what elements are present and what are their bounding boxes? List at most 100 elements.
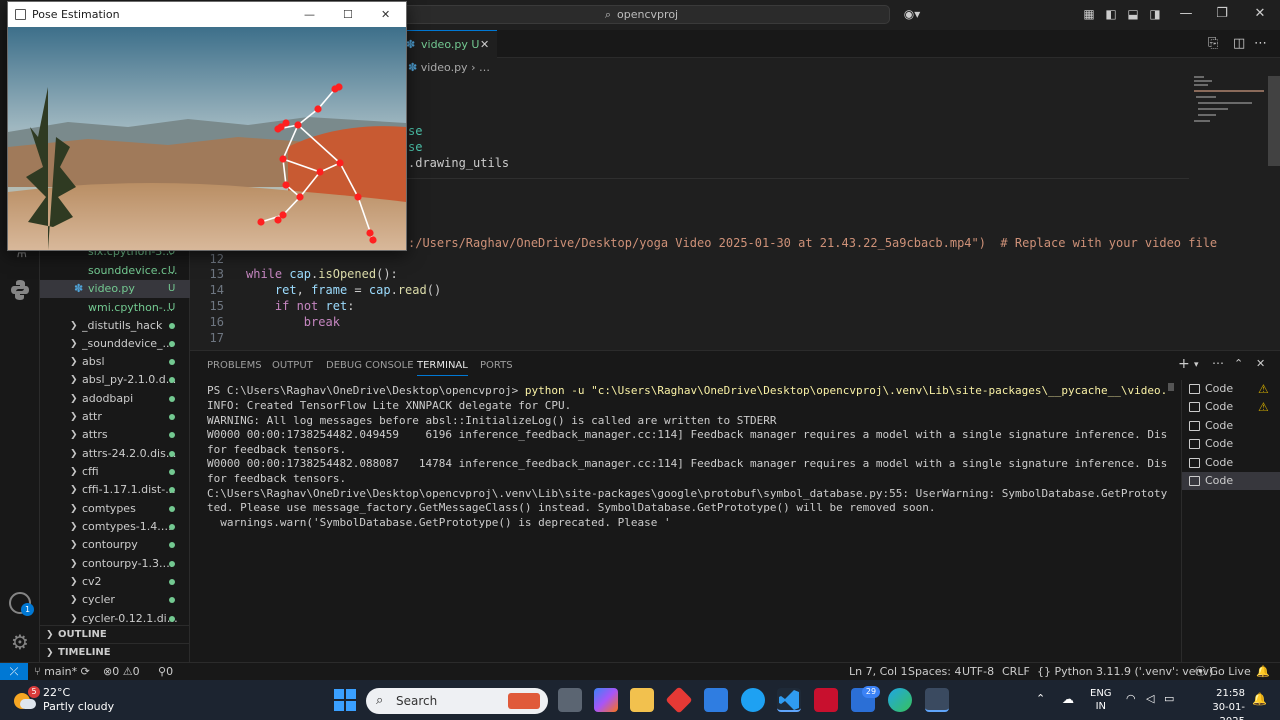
terminal-instance[interactable]: Code ⚠: [1182, 380, 1280, 398]
task-view-icon[interactable]: [558, 688, 582, 712]
tree-folder[interactable]: ❯ attr: [40, 408, 190, 426]
terminal-instance[interactable]: Code ⚠: [1182, 398, 1280, 416]
battery-icon[interactable]: ▭: [1164, 692, 1174, 705]
tree-folder[interactable]: ❯ _distutils_hack: [40, 317, 190, 335]
pose-window-title-bar[interactable]: Pose Estimation — ☐ ✕: [8, 2, 406, 27]
windows-start-icon[interactable]: [334, 689, 356, 711]
terminal-instance[interactable]: Code: [1182, 417, 1280, 435]
breadcrumb-file[interactable]: video.py: [421, 61, 468, 74]
tree-file[interactable]: wmi.cpython-... U: [40, 299, 190, 317]
tree-folder[interactable]: ❯ cffi: [40, 463, 190, 481]
weather-widget[interactable]: 5: [14, 686, 40, 711]
split-editor-icon[interactable]: ◫: [1233, 36, 1245, 51]
minimize-icon[interactable]: —: [1176, 6, 1196, 22]
tree-item-label: attr: [82, 410, 102, 423]
tree-file[interactable]: ✽ video.py U: [40, 280, 190, 298]
tree-folder[interactable]: ❯ cv2: [40, 573, 190, 591]
cursor-position[interactable]: Ln 7, Col 1: [849, 663, 908, 680]
maximize-icon[interactable]: ❐: [1212, 6, 1232, 22]
terminal-instance[interactable]: Code: [1182, 454, 1280, 472]
tree-folder[interactable]: ❯ cffi-1.17.1.dist-...: [40, 481, 190, 499]
file-explorer-icon[interactable]: [630, 688, 654, 712]
toggle-panel-icon[interactable]: ⬓: [1126, 7, 1140, 21]
breadcrumb-symbol[interactable]: …: [479, 61, 490, 74]
terminal-icon: [1189, 384, 1200, 394]
go-live-button[interactable]: ⦿ Go Live: [1195, 663, 1251, 680]
toggle-sidebar-icon[interactable]: ◧: [1104, 7, 1118, 21]
pose-close-icon[interactable]: ✕: [381, 2, 390, 27]
panel-tab-ports[interactable]: PORTS: [480, 360, 513, 372]
encoding[interactable]: UTF-8: [962, 663, 994, 680]
tree-folder[interactable]: ❯ attrs-24.2.0.dis...: [40, 445, 190, 463]
tab-label: video.py U: [421, 38, 480, 51]
mcafee-icon[interactable]: [814, 688, 838, 712]
panel-tab-debug-console[interactable]: DEBUG CONSOLE: [326, 360, 414, 372]
edge-icon[interactable]: [888, 688, 912, 712]
tree-folder[interactable]: ❯ absl: [40, 353, 190, 371]
panel-tab-output[interactable]: OUTPUT: [272, 360, 313, 372]
notifications-icon[interactable]: 🔔: [1256, 663, 1270, 680]
remote-indicator[interactable]: ⤫: [0, 663, 28, 680]
problems-indicator[interactable]: ⊗0 ⚠0: [103, 663, 140, 680]
copilot-app-icon[interactable]: [594, 688, 618, 712]
new-terminal-icon[interactable]: +: [1178, 356, 1190, 372]
pose-estimation-window[interactable]: Pose Estimation — ☐ ✕: [7, 1, 407, 251]
wifi-icon[interactable]: ◠: [1126, 692, 1136, 705]
tree-folder[interactable]: ❯ adodbapi: [40, 390, 190, 408]
indentation[interactable]: Spaces: 4: [908, 663, 961, 680]
tree-folder[interactable]: ❯ attrs: [40, 426, 190, 444]
tree-file[interactable]: sounddevice.c... U: [40, 262, 190, 280]
tray-overflow-icon[interactable]: ⌃: [1036, 692, 1045, 705]
editor-scrollbar[interactable]: [1268, 76, 1280, 166]
copilot-icon[interactable]: ◉▾: [900, 7, 924, 21]
pose-minimize-icon[interactable]: —: [304, 2, 315, 27]
tree-folder[interactable]: ❯ contourpy-1.3.0.dist-...: [40, 555, 190, 573]
volume-icon[interactable]: ◁: [1146, 692, 1154, 705]
toggle-secondary-sidebar-icon[interactable]: ◨: [1148, 7, 1162, 21]
weather-text[interactable]: 22°C Partly cloudy: [43, 686, 114, 714]
onedrive-icon[interactable]: ☁: [1062, 692, 1074, 706]
tree-folder[interactable]: ❯ comtypes-1.4.7.dist-i...: [40, 518, 190, 536]
maximize-panel-icon[interactable]: ⌃: [1234, 357, 1243, 370]
branch-indicator[interactable]: ⑂ main* ⟳: [34, 663, 90, 680]
tree-folder[interactable]: ❯ absl_py-2.1.0.d...: [40, 371, 190, 389]
vscode-taskbar-icon[interactable]: [777, 688, 801, 712]
tree-folder[interactable]: ❯ comtypes: [40, 500, 190, 518]
command-center-search[interactable]: ⌕ opencvproj: [393, 5, 890, 24]
clock[interactable]: 21:58 30-01-2025: [1190, 687, 1245, 720]
outline-section[interactable]: ❯ OUTLINE: [40, 625, 190, 643]
close-panel-icon[interactable]: ✕: [1256, 357, 1265, 370]
tab-close-icon[interactable]: ✕: [480, 31, 489, 58]
panel-more-icon[interactable]: ⋯: [1212, 356, 1224, 370]
open-changes-icon[interactable]: ⎘: [1208, 36, 1218, 51]
notification-bell-icon[interactable]: 🔔: [1252, 692, 1267, 706]
terminal-instance[interactable]: Code: [1182, 435, 1280, 453]
taskbar-search[interactable]: ⌕ Search: [366, 688, 548, 714]
tree-folder[interactable]: ❯ _sounddevice_...: [40, 335, 190, 353]
settings-gear-icon[interactable]: ⚙: [9, 631, 31, 653]
minimap[interactable]: [1190, 58, 1268, 138]
ports-indicator[interactable]: ⚲0: [158, 663, 173, 680]
timeline-section[interactable]: ❯ TIMELINE: [40, 643, 190, 661]
tree-folder[interactable]: ❯ cycler: [40, 591, 190, 609]
terminal-scrollbar[interactable]: [1168, 383, 1174, 391]
layout-icon[interactable]: ▦: [1082, 7, 1096, 21]
language-indicator[interactable]: ENG IN: [1090, 687, 1112, 713]
python-window-taskbar-icon[interactable]: [925, 688, 949, 712]
browser-icon[interactable]: [741, 688, 765, 712]
microsoft-store-icon[interactable]: [704, 688, 728, 712]
panel-tab-problems[interactable]: PROBLEMS: [207, 360, 262, 372]
line-ending[interactable]: CRLF: [1002, 663, 1030, 680]
tree-folder[interactable]: ❯ contourpy: [40, 536, 190, 554]
terminal-instance[interactable]: Code: [1182, 472, 1280, 490]
language-mode[interactable]: {} Python: [1037, 663, 1093, 680]
terminal-prompt: PS C:\Users\Raghav\OneDrive\Desktop\open…: [207, 384, 525, 397]
pose-maximize-icon[interactable]: ☐: [343, 2, 353, 27]
tab-video-py[interactable]: ✽ video.py U ✕: [400, 30, 497, 58]
python-icon[interactable]: [8, 278, 32, 302]
close-icon[interactable]: ✕: [1250, 6, 1270, 22]
pose-landmark-point: [257, 218, 265, 226]
more-actions-icon[interactable]: ⋯: [1254, 36, 1267, 51]
terminal-dropdown-icon[interactable]: ▾: [1194, 360, 1199, 370]
panel-tab-terminal[interactable]: TERMINAL: [417, 360, 468, 376]
